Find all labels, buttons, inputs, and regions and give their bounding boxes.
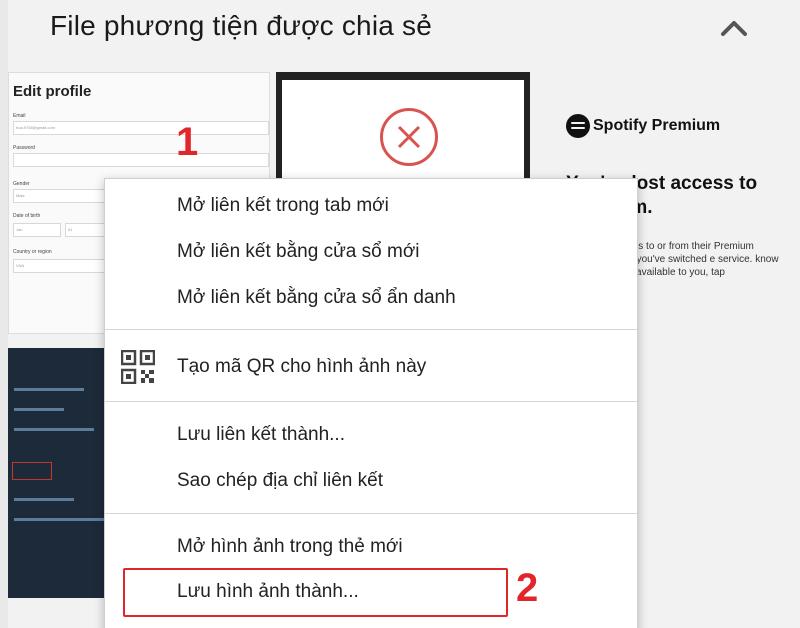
thumbnail-detail	[14, 388, 84, 391]
media-thumbnail-game[interactable]	[8, 348, 110, 598]
qr-code-icon	[121, 350, 155, 384]
field-label: Country or region	[13, 249, 52, 255]
annotation-step-1: 1	[176, 120, 199, 164]
context-menu: Mở liên kết trong tab mới Mở liên kết bằ…	[104, 178, 638, 628]
thumbnail-detail	[14, 428, 94, 431]
spotify-logo: Spotify Premium	[566, 114, 720, 138]
thumbnail-detail	[12, 462, 52, 480]
thumbnail-image	[282, 80, 524, 188]
collapse-button[interactable]	[712, 8, 756, 48]
annotation-step-2: 2	[516, 566, 539, 610]
field-value: Jan	[13, 223, 61, 237]
field-label: Password	[13, 145, 35, 151]
thumbnail-detail	[14, 408, 64, 411]
menu-separator	[105, 513, 637, 514]
thumbnail-detail	[14, 518, 104, 521]
menu-item-save-link-as[interactable]: Lưu liên kết thành...	[105, 415, 637, 455]
thumbnail-detail	[14, 498, 74, 501]
menu-item-copy-link-address[interactable]: Sao chép địa chỉ liên kết	[105, 461, 637, 501]
menu-item-open-link-incognito[interactable]: Mở liên kết bằng cửa sổ ẩn danh	[105, 278, 637, 318]
field-label: Date of birth	[13, 213, 41, 219]
menu-item-create-qr[interactable]: Tạo mã QR cho hình ảnh này	[105, 347, 637, 387]
menu-separator	[105, 329, 637, 330]
field-label: Gender	[13, 181, 30, 187]
panel-title: File phương tiện được chia sẻ	[50, 10, 432, 41]
thumbnail-title: Edit profile	[13, 83, 92, 100]
chevron-up-icon	[721, 21, 747, 36]
menu-item-open-image-new-tab[interactable]: Mở hình ảnh trong thẻ mới	[105, 527, 637, 567]
menu-item-label: Tạo mã QR cho hình ảnh này	[177, 356, 427, 377]
spotify-logo-icon	[566, 114, 590, 138]
media-thumbnail-error[interactable]	[276, 72, 530, 188]
field-value: hoa.9758@gmail.com	[13, 121, 269, 135]
field-value	[13, 153, 269, 167]
menu-item-open-link-new-window[interactable]: Mở liên kết bằng cửa sổ mới	[105, 232, 637, 272]
spotify-logo-text: Spotify Premium	[593, 117, 721, 134]
annotation-highlight-box	[123, 568, 508, 617]
close-x-icon	[380, 108, 438, 166]
menu-separator	[105, 401, 637, 402]
field-label: Email	[13, 113, 26, 119]
menu-item-open-link-new-tab[interactable]: Mở liên kết trong tab mới	[105, 186, 637, 226]
